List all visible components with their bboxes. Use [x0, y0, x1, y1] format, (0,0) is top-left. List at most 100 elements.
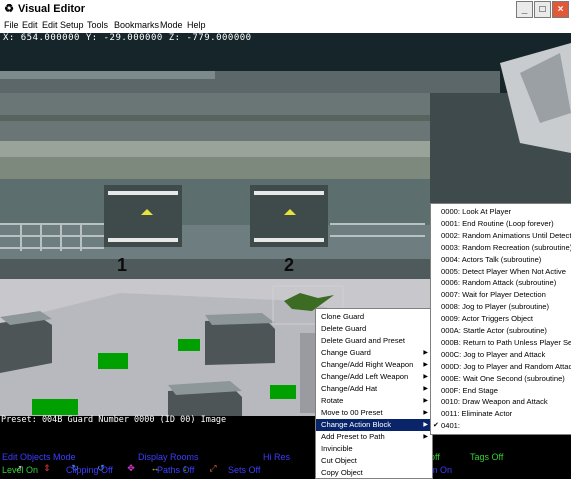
menu-item-move-to-00-preset[interactable]: Move to 00 Preset ▶: [316, 407, 432, 419]
menu-bar: File Edit Edit Setup Tools Bookmarks Mod…: [0, 19, 571, 33]
action-block-label: 000C: Jog to Player and Attack: [441, 349, 546, 359]
door-label-2: 2: [284, 255, 295, 275]
action-block-item[interactable]: 0008: Jog to Player (subroutine): [431, 301, 571, 313]
submenu-arrow-icon: ▶: [423, 386, 428, 392]
menu-item-label: Cut Object: [321, 456, 357, 465]
menu-item-label: Invincible: [321, 444, 353, 453]
action-block-item[interactable]: 0011: Eliminate Actor: [431, 408, 571, 420]
action-block-label: 0004: Actors Talk (subroutine): [441, 254, 542, 264]
menu-edit-setup[interactable]: Edit Setup: [42, 20, 84, 30]
action-block-item[interactable]: 0006: Random Attack (subroutine): [431, 277, 571, 289]
action-block-label: 0006: Random Attack (subroutine): [441, 278, 557, 288]
status-mode: Edit Objects Mode: [2, 452, 76, 462]
menu-item-clone-guard[interactable]: Clone Guard: [316, 311, 432, 323]
status-on: m On: [430, 465, 453, 475]
submenu-arrow-icon: ▶: [423, 374, 428, 380]
action-block-item[interactable]: 0001: End Routine (Loop forever): [431, 218, 571, 230]
menu-file[interactable]: File: [4, 20, 19, 30]
action-block-item[interactable]: 000D: Jog to Player and Random Attack: [431, 361, 571, 373]
menu-item-label: Change Action Block: [321, 420, 392, 429]
action-block-item[interactable]: 000C: Jog to Player and Attack: [431, 349, 571, 361]
action-block-item[interactable]: 000E: Wait One Second (subroutine): [431, 373, 571, 385]
menu-item-label: Delete Guard: [321, 324, 367, 333]
action-block-item[interactable]: 0004: Actors Talk (subroutine): [431, 254, 571, 266]
action-block-item[interactable]: 0009: Actor Triggers Object: [431, 313, 571, 325]
action-block-submenu: 0000: Look At Player 0001: End Routine (L…: [430, 203, 571, 435]
door-label-1: 1: [117, 255, 128, 275]
action-block-label: 000D: Jog to Player and Random Attack: [441, 361, 571, 371]
status-level: Level On: [2, 465, 39, 475]
submenu-arrow-icon: ▶: [423, 434, 428, 440]
submenu-arrow-icon: ▶: [423, 398, 428, 404]
action-block-label: 0001: End Routine (Loop forever): [441, 218, 554, 228]
menu-item-label: Add Preset to Path: [321, 432, 385, 441]
window-title: Visual Editor: [18, 3, 86, 15]
action-block-label: 000A: Startle Actor (subroutine): [441, 326, 547, 335]
menu-mode[interactable]: Mode: [160, 20, 183, 30]
menu-tools[interactable]: Tools: [87, 20, 108, 30]
menu-bookmarks[interactable]: Bookmarks: [114, 20, 159, 30]
action-block-label: 0008: Jog to Player (subroutine): [441, 302, 550, 312]
title-bar: ♻ Visual Editor _ □ ×: [0, 0, 571, 19]
status-paths: Paths Off: [157, 465, 195, 475]
menu-edit[interactable]: Edit: [22, 20, 38, 30]
submenu-arrow-icon: ▶: [423, 350, 428, 356]
action-block-item[interactable]: 000B: Return to Path Unless Player Seen: [431, 337, 571, 349]
checkmark-icon: ✔: [433, 422, 439, 430]
action-block-item[interactable]: 0002: Random Animations Until Detected: [431, 230, 571, 242]
move-xyz-icon[interactable]: ⇕: [40, 461, 54, 475]
menu-item-add-preset-to-path[interactable]: Add Preset to Path ▶: [316, 431, 432, 443]
menu-item-label: Rotate: [321, 396, 344, 405]
action-block-label: 0009: Actor Triggers Object: [441, 314, 534, 324]
action-block-label: 000B: Return to Path Unless Player Seen: [441, 337, 571, 347]
scale-icon[interactable]: ⤢: [206, 461, 220, 475]
action-block-item[interactable]: 0003: Random Recreation (subroutine): [431, 242, 571, 254]
menu-item-label: Change/Add Hat: [321, 384, 378, 393]
status-tags: Tags Off: [470, 452, 504, 462]
action-block-item[interactable]: ✔ 0401:: [431, 420, 571, 432]
close-button[interactable]: ×: [552, 1, 569, 18]
menu-item-cut-object[interactable]: Cut Object: [316, 455, 432, 467]
menu-item-delete-guard[interactable]: Delete Guard: [316, 323, 432, 335]
action-block-label: 000E: Wait One Second (subroutine): [441, 373, 565, 383]
menu-item-invincible[interactable]: Invincible: [316, 443, 432, 455]
menu-item-change-guard[interactable]: Change Guard ▶: [316, 347, 432, 359]
preset-info: Preset: 004B Guard Number 0000 (ID 00) I…: [1, 415, 227, 425]
menu-item-change-add-right-weapon[interactable]: Change/Add Right Weapon ▶: [316, 359, 432, 371]
menu-help[interactable]: Help: [187, 20, 206, 30]
action-block-label: 0401:: [441, 421, 461, 431]
action-block-item[interactable]: 0010: Draw Weapon and Attack: [431, 396, 571, 408]
menu-item-label: Move to 00 Preset: [321, 408, 383, 417]
action-block-label: 0003: Random Recreation (subroutine): [441, 242, 571, 252]
submenu-arrow-icon: ▶: [423, 362, 428, 368]
action-block-label: 0005: Detect Player When Not Active: [441, 266, 566, 276]
action-block-label: 0000: Look At Player: [441, 207, 512, 216]
status-sets: Sets Off: [228, 465, 261, 475]
status-display-rooms: Display Rooms: [138, 452, 199, 462]
action-block-item[interactable]: 000F: End Stage: [431, 385, 571, 397]
menu-item-delete-guard-and-preset[interactable]: Delete Guard and Preset: [316, 335, 432, 347]
action-block-label: 0002: Random Animations Until Detected: [441, 230, 571, 240]
menu-item-change-action-block[interactable]: Change Action Block ▶: [316, 419, 432, 432]
guard-context-menu: Clone Guard Delete Guard Delete Guard and …: [315, 308, 433, 479]
action-block-item[interactable]: 000A: Startle Actor (subroutine): [431, 325, 571, 337]
maximize-button[interactable]: □: [534, 1, 551, 18]
menu-item-change-add-left-weapon[interactable]: Change/Add Left Weapon ▶: [316, 371, 432, 383]
action-block-label: 0007: Wait for Player Detection: [441, 290, 546, 300]
menu-item-rotate[interactable]: Rotate ▶: [316, 395, 432, 407]
menu-item-label: Change/Add Left Weapon: [321, 372, 409, 381]
status-hi-res: Hi Res: [263, 452, 291, 462]
move-tool-icon[interactable]: ✥: [124, 461, 138, 475]
menu-item-label: Clone Guard: [321, 312, 365, 321]
coordinates-readout: X: 654.000000 Y: -29.000000 Z: -779.0000…: [3, 33, 252, 43]
menu-item-copy-object[interactable]: Copy Object: [316, 467, 432, 479]
menu-item-label: Copy Object: [321, 468, 363, 477]
menu-item-label: Change/Add Right Weapon: [321, 360, 414, 369]
action-block-item[interactable]: 0005: Detect Player When Not Active: [431, 266, 571, 278]
action-block-item[interactable]: 0007: Wait for Player Detection: [431, 289, 571, 301]
action-block-item[interactable]: 0000: Look At Player: [431, 206, 571, 218]
action-block-label: 0011: Eliminate Actor: [441, 409, 513, 419]
menu-item-change-add-hat[interactable]: Change/Add Hat ▶: [316, 383, 432, 395]
status-clipping: Clipping Off: [66, 465, 113, 475]
minimize-button[interactable]: _: [516, 1, 533, 18]
